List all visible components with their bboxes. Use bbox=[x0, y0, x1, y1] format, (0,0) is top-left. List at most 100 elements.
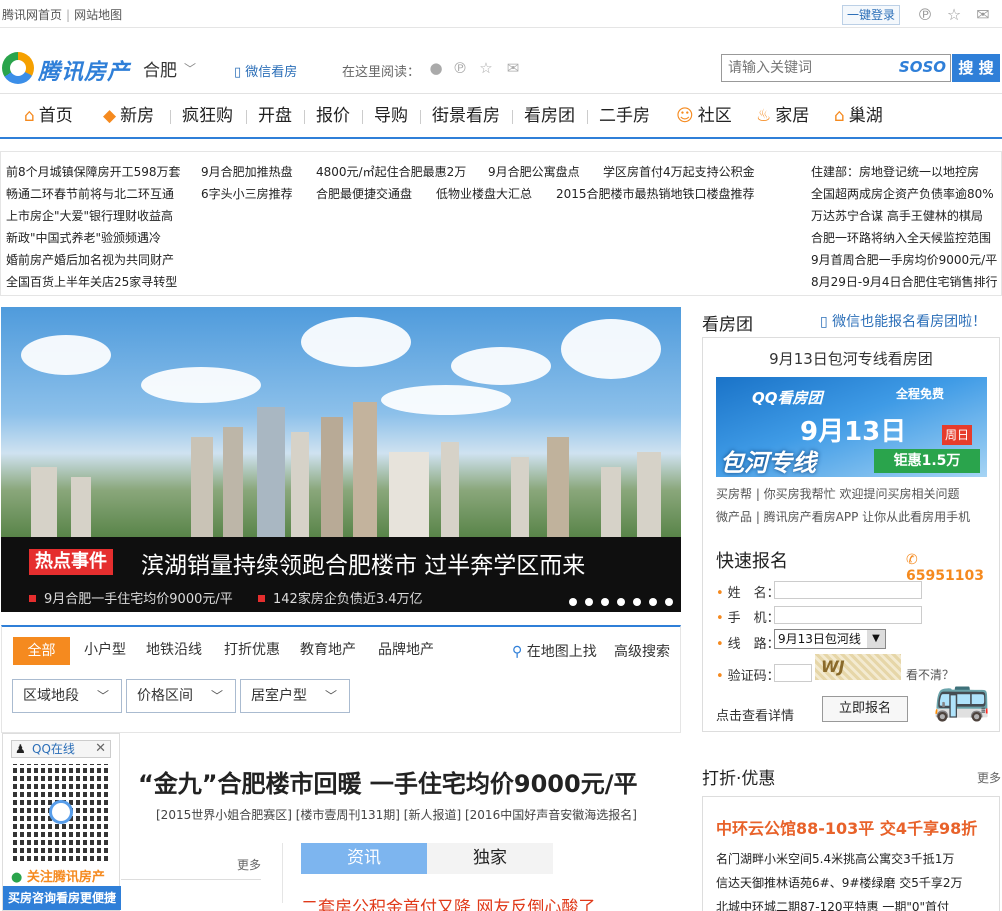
discount-item[interactable]: 北城中环城二期87-120平特惠 一期"0"首付 bbox=[716, 898, 949, 911]
mobile-field[interactable] bbox=[774, 606, 922, 624]
headline-link[interactable]: 合肥一环路将纳入全天候监控范围 bbox=[811, 229, 991, 246]
discount-more-link[interactable]: 更多 bbox=[977, 769, 1001, 786]
route-select[interactable]: 9月13日包河线 ▼ bbox=[774, 629, 886, 649]
divider bbox=[121, 879, 261, 880]
headline-link[interactable]: 前8个月城镇保障房开工598万套 bbox=[6, 163, 181, 180]
discount-main-link[interactable]: 中环云公馆88-103平 交4千享98折 bbox=[716, 815, 977, 839]
wechat-signup-link[interactable]: ▯ 微信也能报名看房团啦！ bbox=[820, 311, 986, 331]
headline-link[interactable]: 8月29日-9月4日合肥住宅销售排行 bbox=[811, 273, 998, 290]
discount-item[interactable]: 信达天御推林语苑6#、9#楼绿磨 交5千享2万 bbox=[716, 874, 962, 891]
search-input[interactable] bbox=[722, 55, 892, 81]
headline-link[interactable]: 畅通二环春节前将与北二环互通 bbox=[6, 185, 174, 202]
chevron-down-icon[interactable]: ﹀ bbox=[184, 60, 196, 77]
headline-link[interactable]: 万达苏宁合谋 高手王健林的棋局 bbox=[811, 207, 983, 224]
tour-subtitle[interactable]: 9月13日包河专线看房团 bbox=[703, 348, 999, 369]
advanced-search-link[interactable]: 高级搜索 bbox=[614, 641, 670, 661]
headline-link[interactable]: 2015合肥楼市最热销地铁口楼盘推荐 bbox=[556, 185, 755, 202]
tab-exclusive[interactable]: 独家 bbox=[427, 843, 553, 874]
close-icon[interactable]: ✕ bbox=[95, 741, 106, 757]
app-link[interactable]: 微产品 | 腾讯房产看房APP 让你从此看房用手机 bbox=[716, 508, 970, 525]
nav-item-tour-group[interactable]: 看房团 bbox=[524, 94, 575, 138]
nav-item-chaohu[interactable]: ⌂ 巢湖 bbox=[834, 94, 883, 138]
headline-link[interactable]: 全国超两成房企资产负债率逾80% bbox=[811, 185, 994, 202]
district-select[interactable]: 区域地段 ﹀ bbox=[12, 679, 122, 713]
tour-ad-banner[interactable]: QQ看房团 全程免费 9月13日 周日 包河专线 钜惠1.5万 bbox=[716, 377, 987, 477]
carousel-dot[interactable] bbox=[601, 598, 609, 606]
filter-tab-all[interactable]: 全部 bbox=[13, 637, 70, 665]
price-select[interactable]: 价格区间 ﹀ bbox=[126, 679, 236, 713]
one-click-login-button[interactable]: 一键登录 bbox=[842, 5, 900, 25]
city-selector[interactable]: 合肥 bbox=[143, 56, 177, 81]
headline-link[interactable]: 6字头小三房推荐 bbox=[201, 185, 293, 202]
pinterest-icon[interactable]: ℗ bbox=[450, 58, 470, 78]
search-button[interactable]: 搜 搜 bbox=[952, 54, 1000, 82]
headline-link[interactable]: 学区房首付4万起支持公积金 bbox=[603, 163, 755, 180]
carousel-dot[interactable] bbox=[585, 598, 593, 606]
chevron-down-icon: ﹀ bbox=[210, 689, 223, 703]
view-details-link[interactable]: 点击查看详情 bbox=[716, 705, 794, 724]
sitemap-link[interactable]: 网站地图 bbox=[74, 8, 122, 22]
nav-item-opening[interactable]: 开盘 bbox=[258, 94, 292, 138]
headline-link[interactable]: 上市房企"大爱"银行理财收益高 bbox=[6, 207, 173, 224]
wechat-view-link[interactable]: ▯ 微信看房 bbox=[234, 61, 297, 80]
name-field[interactable] bbox=[774, 581, 922, 599]
headline-link[interactable]: 低物业楼盘大汇总 bbox=[436, 185, 532, 202]
signup-button[interactable]: 立即报名 bbox=[822, 696, 908, 722]
map-search-link[interactable]: ⚲ 在地图上找 bbox=[512, 641, 597, 661]
consult-button[interactable]: 买房咨询看房更便捷 bbox=[3, 886, 121, 910]
headline-link[interactable]: 住建部：房地登记统一以地控房 bbox=[811, 163, 979, 180]
carousel-dot[interactable] bbox=[569, 598, 577, 606]
tencent-home-link[interactable]: 腾讯网首页 bbox=[2, 8, 62, 22]
carousel-dot[interactable] bbox=[665, 598, 673, 606]
more-link[interactable]: 更多 bbox=[237, 856, 261, 873]
carousel-dot[interactable] bbox=[649, 598, 657, 606]
banner-sub-link[interactable]: 9月合肥一手住宅均价9000元/平 bbox=[29, 588, 233, 607]
buy-help-link[interactable]: 买房帮 | 你买房我帮忙 欢迎提问买房相关问题 bbox=[716, 485, 960, 502]
nav-item-home-decor[interactable]: ♨ 家居 bbox=[756, 94, 809, 138]
headline-link[interactable]: 4800元/㎡起住合肥最惠2万 bbox=[316, 163, 466, 180]
filter-tab-metro[interactable]: 地铁沿线 bbox=[146, 639, 202, 659]
headline-link[interactable]: 9月首周合肥一手房均价9000元/平 bbox=[811, 251, 997, 268]
site-logo[interactable]: 腾讯房产 bbox=[38, 54, 130, 86]
headline-link[interactable]: 全国百货上半年关店25家寻转型 bbox=[6, 273, 177, 290]
news-headline[interactable]: 二套房公积金首付又降 网友反倒心酸了 bbox=[301, 893, 595, 911]
headline-sub-links[interactable]: [2015世界小姐合肥赛区] [楼市壹周刊131期] [新人报道] [2016中… bbox=[156, 806, 637, 823]
follow-link[interactable]: ● 关注腾讯房产 bbox=[11, 866, 105, 885]
nav-item-second-hand[interactable]: 二手房 bbox=[599, 94, 650, 138]
filter-tab-small-unit[interactable]: 小户型 bbox=[84, 639, 126, 659]
tencent-logo-icon[interactable] bbox=[2, 52, 34, 84]
captcha-image[interactable]: WJ bbox=[815, 654, 901, 680]
nav-item-guide[interactable]: 导购 bbox=[374, 94, 408, 138]
star-icon[interactable]: ☆ bbox=[476, 58, 496, 78]
filter-tab-education[interactable]: 教育地产 bbox=[300, 639, 356, 659]
nav-item-new-house[interactable]: ◆ 新房 bbox=[103, 94, 154, 138]
filter-tab-discount[interactable]: 打折优惠 bbox=[224, 639, 280, 659]
banner-sub-link[interactable]: 142家房企负债近3.4万亿 bbox=[258, 588, 423, 607]
headline-link[interactable]: 9月合肥加推热盘 bbox=[201, 163, 293, 180]
share-icon[interactable]: ✉ bbox=[972, 4, 994, 26]
star-icon[interactable]: ☆ bbox=[943, 4, 965, 26]
captcha-field[interactable] bbox=[774, 664, 812, 682]
nav-item-street-view[interactable]: 街景看房 bbox=[432, 94, 500, 138]
carousel-dot[interactable] bbox=[617, 598, 625, 606]
nav-item-community[interactable]: ☺ 社区 bbox=[676, 94, 732, 138]
headline-link[interactable]: 新政"中国式养老"验颁频遇冷 bbox=[6, 229, 161, 246]
headline-link[interactable]: 合肥最便捷交通盘 bbox=[316, 185, 412, 202]
hero-banner[interactable]: 热点事件 滨湖销量持续领跑合肥楼市 过半奔学区而来 9月合肥一手住宅均价9000… bbox=[1, 307, 681, 612]
tab-news[interactable]: 资讯 bbox=[301, 843, 427, 874]
main-headline[interactable]: “金九”合肥楼市回暖 一手住宅均价9000元/平 bbox=[138, 764, 637, 799]
filter-tab-brand[interactable]: 品牌地产 bbox=[378, 639, 434, 659]
pinterest-icon[interactable]: ℗ bbox=[914, 4, 936, 26]
headline-link[interactable]: 9月合肥公寓盘点 bbox=[488, 163, 580, 180]
qq-online-bar[interactable]: ♟ QQ在线 ✕ bbox=[11, 740, 111, 758]
headline-link[interactable]: 婚前房产婚后加名视为共同财产 bbox=[6, 251, 174, 268]
room-select[interactable]: 居室户型 ﹀ bbox=[240, 679, 350, 713]
nav-item-price[interactable]: 报价 bbox=[316, 94, 350, 138]
banner-title[interactable]: 滨湖销量持续领跑合肥楼市 过半奔学区而来 bbox=[141, 546, 585, 580]
discount-item[interactable]: 名门湖畔小米空间5.4米挑高公寓交3千抵1万 bbox=[716, 850, 954, 867]
nav-item-home[interactable]: ⌂ 首页 bbox=[24, 94, 73, 138]
mail-icon[interactable]: ✉ bbox=[503, 58, 523, 78]
nav-item-crazy-buy[interactable]: 疯狂购 bbox=[182, 94, 233, 138]
carousel-dot[interactable] bbox=[633, 598, 641, 606]
wechat-icon[interactable]: ● bbox=[426, 58, 446, 78]
